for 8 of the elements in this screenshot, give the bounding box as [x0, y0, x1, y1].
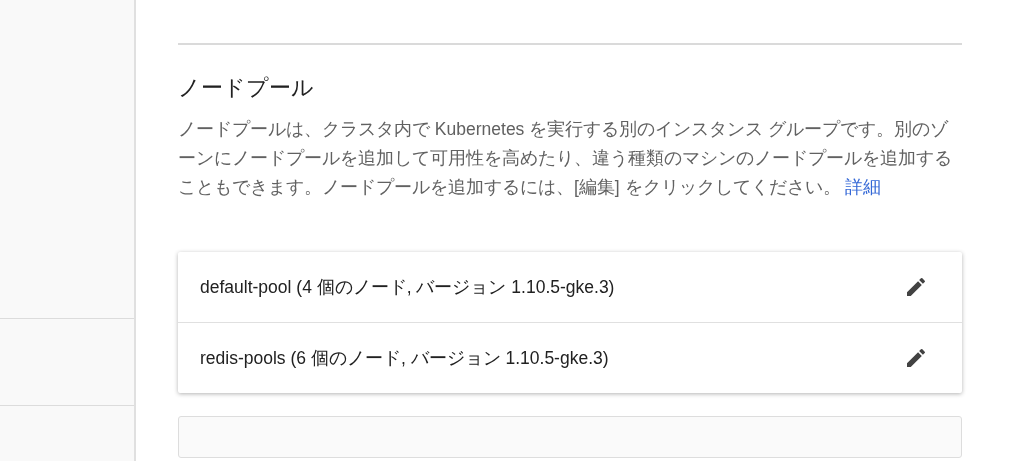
- add-node-pool-button[interactable]: [178, 416, 962, 458]
- node-pool-name[interactable]: redis-pools (6 個のノード, バージョン 1.10.5-gke.3): [200, 346, 609, 370]
- node-pool-name[interactable]: default-pool (4 個のノード, バージョン 1.10.5-gke.3): [200, 275, 615, 299]
- section-description: ノードプールは、クラスタ内で Kubernetes を実行する別のインスタンス グループです。別のゾーンにノードプールを追加して可用性を高めたり、違う種類のマシンのノードプールを追加することもできます。ノードプールを追加するには、[編集] をクリックしてください。 詳細: [178, 118, 953, 199]
- section-title: ノードプール: [178, 74, 315, 102]
- details-link[interactable]: 詳細: [845, 177, 882, 197]
- pencil-icon[interactable]: [904, 346, 928, 370]
- pencil-icon[interactable]: [904, 275, 928, 299]
